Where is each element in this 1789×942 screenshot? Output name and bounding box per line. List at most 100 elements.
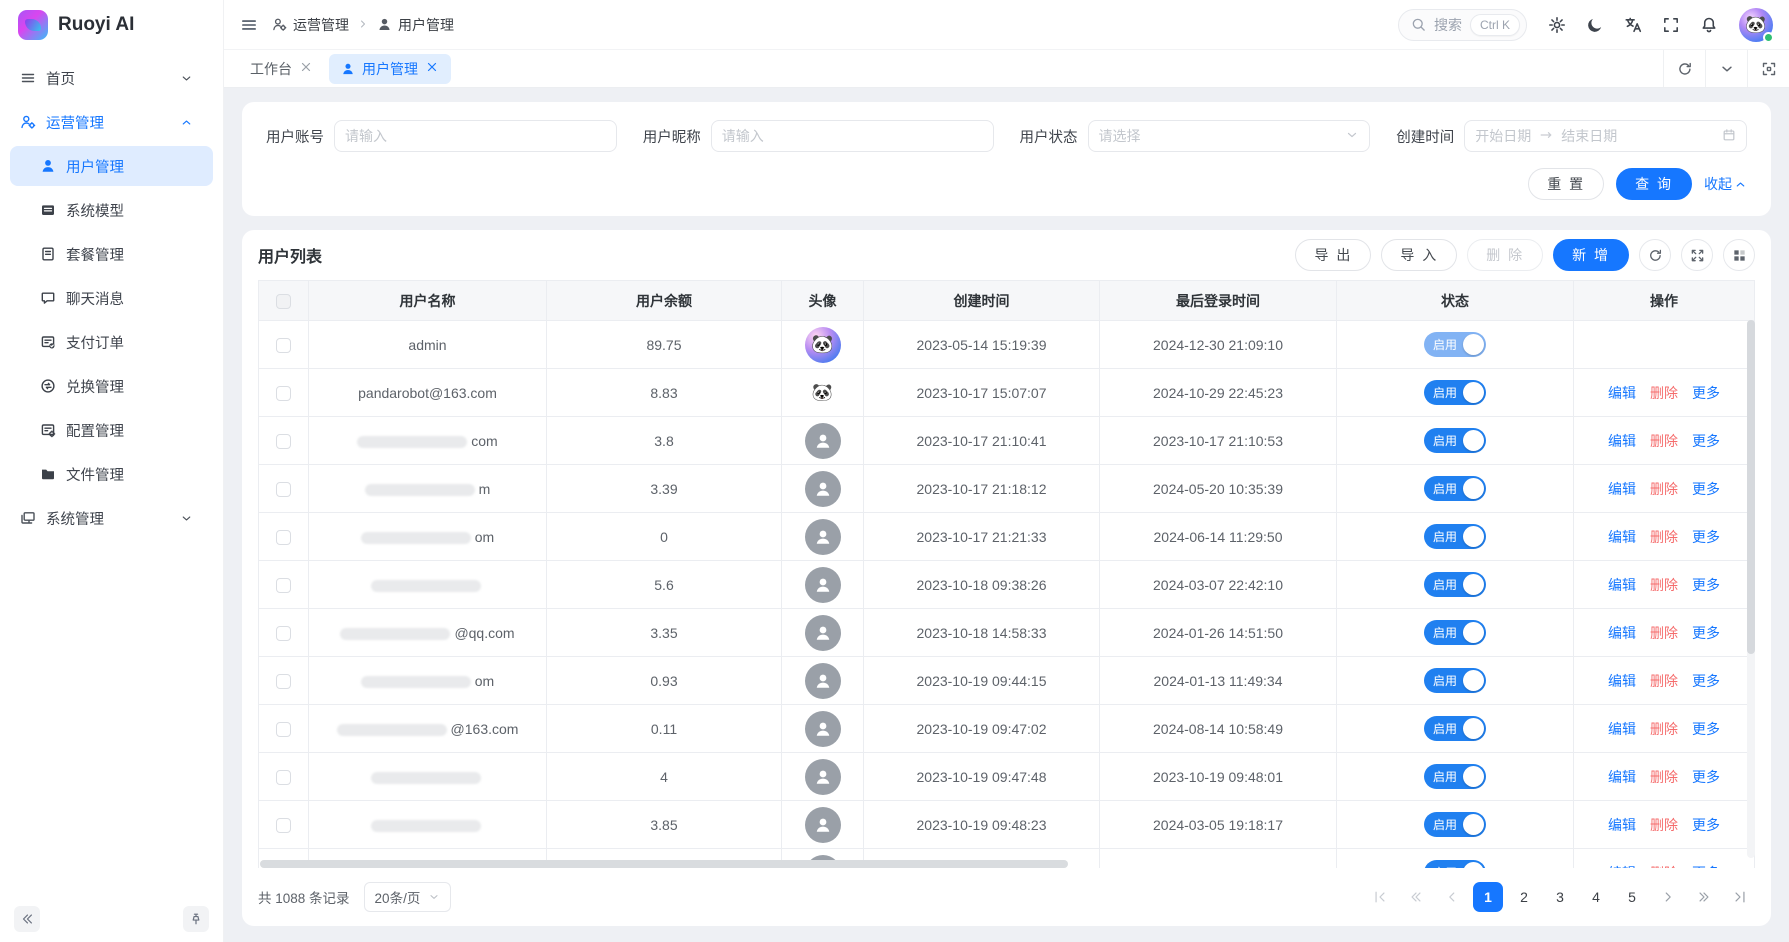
tab-workbench[interactable]: 工作台 (238, 54, 325, 84)
page-button-1[interactable]: 1 (1473, 882, 1503, 912)
sidebar-item-exchange-management[interactable]: 兑换管理 (10, 366, 213, 406)
delete-link[interactable]: 删除 (1650, 481, 1678, 497)
page-button-4[interactable]: 4 (1581, 882, 1611, 912)
user-status-select[interactable]: 请选择 (1088, 120, 1371, 152)
user-avatar-button[interactable]: 🐼 (1739, 8, 1773, 42)
delete-link[interactable]: 删除 (1650, 577, 1678, 593)
status-toggle[interactable]: 启用 (1424, 428, 1486, 453)
row-checkbox[interactable] (276, 482, 291, 497)
more-link[interactable]: 更多 (1692, 769, 1720, 785)
sidebar-item-config-management[interactable]: 配置管理 (10, 410, 213, 450)
edit-link[interactable]: 编辑 (1608, 625, 1636, 641)
edit-link[interactable]: 编辑 (1608, 529, 1636, 545)
delete-link[interactable]: 删除 (1650, 817, 1678, 833)
tabbar-maximize-button[interactable] (1747, 50, 1789, 87)
more-link[interactable]: 更多 (1692, 625, 1720, 641)
create-time-daterange[interactable]: 开始日期结束日期 (1464, 120, 1747, 152)
add-button[interactable]: 新 增 (1553, 239, 1629, 271)
select-all-checkbox[interactable] (276, 294, 291, 309)
more-link[interactable]: 更多 (1692, 721, 1720, 737)
sidebar-pin-button[interactable] (183, 906, 209, 932)
delete-link[interactable]: 删除 (1650, 721, 1678, 737)
app-logo[interactable]: Ruoyi AI (0, 0, 223, 50)
status-toggle[interactable]: 启用 (1424, 860, 1486, 868)
prev-group-button[interactable] (1401, 882, 1431, 912)
delete-button[interactable]: 删 除 (1467, 239, 1543, 271)
delete-link[interactable]: 删除 (1650, 433, 1678, 449)
first-page-button[interactable] (1365, 882, 1395, 912)
tabbar-refresh-button[interactable] (1663, 50, 1705, 87)
table-fullscreen-button[interactable] (1681, 239, 1713, 271)
sidebar-item-home[interactable]: 首页 (10, 58, 213, 98)
more-link[interactable]: 更多 (1692, 673, 1720, 689)
user-account-input[interactable]: 请输入 (334, 120, 617, 152)
edit-link[interactable]: 编辑 (1608, 481, 1636, 497)
edit-link[interactable]: 编辑 (1608, 721, 1636, 737)
language-button[interactable] (1617, 9, 1649, 41)
reset-button[interactable]: 重 置 (1528, 168, 1604, 200)
next-group-button[interactable] (1689, 882, 1719, 912)
user-nickname-input[interactable]: 请输入 (711, 120, 994, 152)
status-toggle[interactable]: 启用 (1424, 764, 1486, 789)
status-toggle[interactable]: 启用 (1424, 572, 1486, 597)
more-link[interactable]: 更多 (1692, 385, 1720, 401)
search-button[interactable]: 查 询 (1616, 168, 1692, 200)
close-icon[interactable] (425, 60, 439, 77)
sidebar-collapse-button[interactable] (14, 906, 40, 932)
next-page-button[interactable] (1653, 882, 1683, 912)
collapse-filter-link[interactable]: 收起 (1704, 174, 1747, 194)
sidebar-item-payment-orders[interactable]: 支付订单 (10, 322, 213, 362)
notifications-button[interactable] (1693, 9, 1725, 41)
more-link[interactable]: 更多 (1692, 577, 1720, 593)
status-toggle[interactable]: 启用 (1424, 524, 1486, 549)
edit-link[interactable]: 编辑 (1608, 769, 1636, 785)
status-toggle[interactable]: 启用 (1424, 380, 1486, 405)
row-checkbox[interactable] (276, 386, 291, 401)
page-button-5[interactable]: 5 (1617, 882, 1647, 912)
row-checkbox[interactable] (276, 674, 291, 689)
fullscreen-button[interactable] (1655, 9, 1687, 41)
page-button-3[interactable]: 3 (1545, 882, 1575, 912)
row-checkbox[interactable] (276, 338, 291, 353)
delete-link[interactable]: 删除 (1650, 529, 1678, 545)
delete-link[interactable]: 删除 (1650, 769, 1678, 785)
row-checkbox[interactable] (276, 818, 291, 833)
status-toggle[interactable]: 启用 (1424, 716, 1486, 741)
more-link[interactable]: 更多 (1692, 865, 1720, 869)
sidebar-item-chat-messages[interactable]: 聊天消息 (10, 278, 213, 318)
export-button[interactable]: 导 出 (1295, 239, 1371, 271)
horizontal-scrollbar[interactable] (260, 860, 1068, 868)
last-page-button[interactable] (1725, 882, 1755, 912)
delete-link[interactable]: 删除 (1650, 625, 1678, 641)
row-checkbox[interactable] (276, 530, 291, 545)
breadcrumb-item[interactable]: 运营管理 (272, 15, 349, 35)
edit-link[interactable]: 编辑 (1608, 673, 1636, 689)
row-checkbox[interactable] (276, 626, 291, 641)
status-toggle[interactable]: 启用 (1424, 332, 1486, 357)
settings-button[interactable] (1541, 9, 1573, 41)
prev-page-button[interactable] (1437, 882, 1467, 912)
more-link[interactable]: 更多 (1692, 529, 1720, 545)
status-toggle[interactable]: 启用 (1424, 620, 1486, 645)
sidebar-item-user-management[interactable]: 用户管理 (10, 146, 213, 186)
sidebar-item-system-model[interactable]: 系统模型 (10, 190, 213, 230)
delete-link[interactable]: 删除 (1650, 385, 1678, 401)
menu-toggle-button[interactable] (240, 16, 258, 34)
delete-link[interactable]: 删除 (1650, 865, 1678, 869)
theme-toggle-button[interactable] (1579, 9, 1611, 41)
status-toggle[interactable]: 启用 (1424, 812, 1486, 837)
row-checkbox[interactable] (276, 770, 291, 785)
edit-link[interactable]: 编辑 (1608, 865, 1636, 869)
page-button-2[interactable]: 2 (1509, 882, 1539, 912)
tab-user-management[interactable]: 用户管理 (329, 54, 451, 84)
delete-link[interactable]: 删除 (1650, 673, 1678, 689)
close-icon[interactable] (299, 60, 313, 77)
sidebar-item-operations[interactable]: 运营管理 (10, 102, 213, 142)
row-checkbox[interactable] (276, 434, 291, 449)
row-checkbox[interactable] (276, 578, 291, 593)
status-toggle[interactable]: 启用 (1424, 476, 1486, 501)
breadcrumb-item[interactable]: 用户管理 (377, 15, 454, 35)
sidebar-item-system-management[interactable]: 系统管理 (10, 498, 213, 538)
table-refresh-button[interactable] (1639, 239, 1671, 271)
sidebar-item-package-management[interactable]: 套餐管理 (10, 234, 213, 274)
